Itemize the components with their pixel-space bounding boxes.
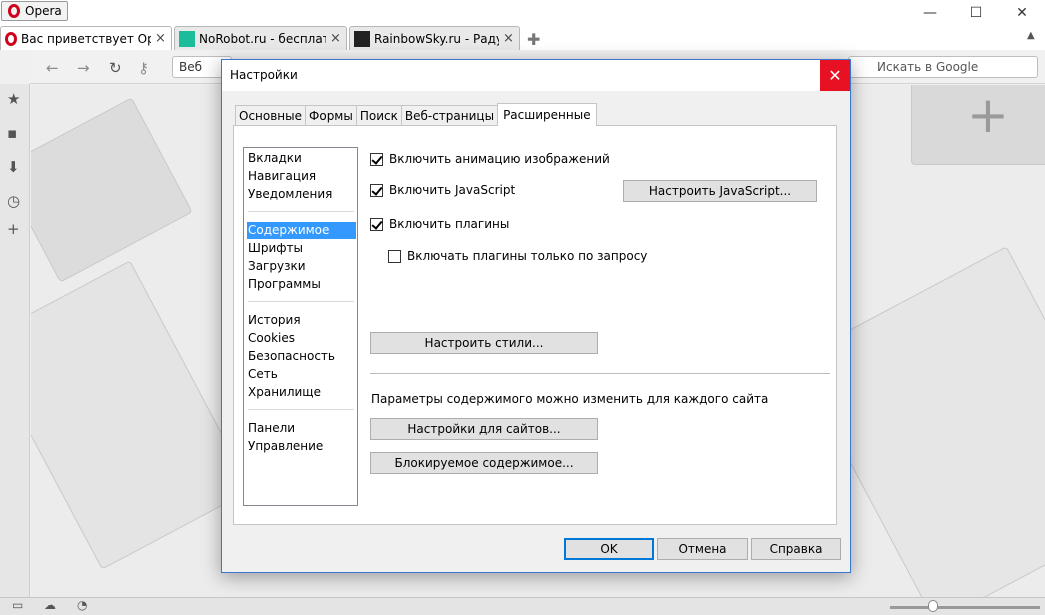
category-fonts[interactable]: Шрифты xyxy=(247,240,356,257)
category-history[interactable]: История xyxy=(247,312,356,329)
address-value: Веб xyxy=(179,60,203,74)
panel-toggle-icon[interactable]: ▭ xyxy=(12,598,23,612)
javascript-option[interactable]: Включить JavaScript xyxy=(370,183,515,197)
browser-titlebar: Opera — ☐ ✕ xyxy=(0,0,1045,26)
category-cookies[interactable]: Cookies xyxy=(247,330,356,347)
opera-favicon-icon xyxy=(5,31,17,46)
tab-title: Вас приветствует Opera! xyxy=(21,31,151,46)
site-settings-button[interactable]: Настройки для сайтов... xyxy=(370,418,598,440)
plugins-option[interactable]: Включить плагины xyxy=(370,217,509,231)
search-placeholder: Искать в Google xyxy=(877,60,979,74)
section-divider xyxy=(370,373,830,374)
category-separator xyxy=(248,301,354,302)
minimize-icon[interactable]: — xyxy=(907,0,953,26)
category-programs[interactable]: Программы xyxy=(247,276,356,293)
close-window-icon[interactable]: ✕ xyxy=(999,0,1045,26)
category-separator xyxy=(248,409,354,410)
tab-title: NoRobot.ru - бесплат... xyxy=(199,31,326,46)
plugins-on-demand-option[interactable]: Включать плагины только по запросу xyxy=(388,249,647,263)
zoom-slider-handle[interactable] xyxy=(928,600,938,612)
speed-dial-add-tile: + xyxy=(911,85,1045,165)
cancel-button[interactable]: Отмена xyxy=(657,538,748,560)
tab-close-icon[interactable]: × xyxy=(330,31,342,46)
opera-logo-icon xyxy=(8,4,20,18)
configure-javascript-button[interactable]: Настроить JavaScript... xyxy=(623,180,817,202)
key-icon[interactable]: ⚷ xyxy=(138,59,149,77)
site-settings-note: Параметры содержимого можно изменить для… xyxy=(371,392,769,406)
rainbowsky-favicon-icon xyxy=(354,30,370,47)
tab-basic[interactable]: Основные xyxy=(235,105,307,126)
tab-advanced[interactable]: Расширенные xyxy=(497,103,597,126)
category-content[interactable]: Содержимое xyxy=(247,222,356,239)
animate-images-option[interactable]: Включить анимацию изображений xyxy=(370,152,610,166)
category-notifications[interactable]: Уведомления xyxy=(247,186,356,203)
category-separator xyxy=(248,211,354,212)
speed-dial-tile xyxy=(31,97,193,283)
dialog-titlebar: Настройки ✕ xyxy=(222,60,850,91)
category-controls[interactable]: Управление xyxy=(247,438,356,455)
zoom-slider[interactable] xyxy=(890,606,1040,609)
forward-arrow-icon[interactable]: → xyxy=(77,59,90,77)
animate-images-checkbox[interactable] xyxy=(370,152,383,166)
category-list[interactable]: Вкладки Навигация Уведомления Содержимое… xyxy=(243,147,358,506)
downloads-icon[interactable]: ⬇ xyxy=(7,158,20,176)
settings-dialog: Настройки ✕ Основные Формы Поиск Веб-стр… xyxy=(221,59,851,573)
side-panel: ★ ▪ ⬇ ◷ + xyxy=(0,84,30,597)
tab-forms[interactable]: Формы xyxy=(305,105,357,126)
speed-dial-tile xyxy=(31,260,253,570)
tab-title: RainbowSky.ru - Радуж... xyxy=(374,31,499,46)
dialog-close-icon[interactable]: ✕ xyxy=(820,60,850,91)
category-network[interactable]: Сеть xyxy=(247,366,356,383)
bookmarks-star-icon[interactable]: ★ xyxy=(7,90,20,108)
tab-menu-icon[interactable]: ▲ xyxy=(1027,30,1035,41)
dialog-title: Настройки xyxy=(230,68,298,82)
search-input[interactable]: Искать в Google xyxy=(848,56,1038,78)
javascript-label: Включить JavaScript xyxy=(389,183,516,197)
tab-rainbowsky[interactable]: RainbowSky.ru - Радуж... × xyxy=(349,26,520,50)
opera-turbo-icon[interactable]: ☁ xyxy=(44,598,56,612)
ok-button[interactable]: OK xyxy=(564,538,654,560)
new-tab-icon[interactable]: ✚ xyxy=(527,30,540,49)
tab-close-icon[interactable]: × xyxy=(503,31,515,46)
plugins-on-demand-label: Включать плагины только по запросу xyxy=(407,249,648,263)
animate-images-label: Включить анимацию изображений xyxy=(389,152,610,166)
javascript-checkbox[interactable] xyxy=(370,183,383,197)
tab-opera-welcome[interactable]: Вас приветствует Opera! × xyxy=(0,26,172,50)
tab-web-pages[interactable]: Веб-страницы xyxy=(400,105,499,126)
norobot-favicon-icon xyxy=(179,30,195,47)
tab-strip: Вас приветствует Opera! × NoRobot.ru - б… xyxy=(0,26,1045,50)
add-panel-icon[interactable]: + xyxy=(7,220,20,238)
tab-norobot[interactable]: NoRobot.ru - бесплат... × xyxy=(174,26,347,50)
history-clock-icon[interactable]: ◷ xyxy=(7,192,20,210)
back-arrow-icon[interactable]: ← xyxy=(46,59,59,77)
maximize-icon[interactable]: ☐ xyxy=(953,0,999,26)
plus-icon: + xyxy=(967,86,1009,144)
opera-menu-label: Opera xyxy=(25,4,62,18)
advanced-panel: Вкладки Навигация Уведомления Содержимое… xyxy=(233,125,837,525)
category-tabs[interactable]: Вкладки xyxy=(247,150,356,167)
status-bar: ▭ ☁ ◔ xyxy=(0,597,1045,615)
tab-search[interactable]: Поиск xyxy=(355,105,402,126)
speed-icon[interactable]: ◔ xyxy=(77,598,87,612)
notes-icon[interactable]: ▪ xyxy=(7,124,17,142)
opera-menu-button[interactable]: Opera xyxy=(1,1,68,21)
plugins-checkbox[interactable] xyxy=(370,217,383,231)
help-button[interactable]: Справка xyxy=(751,538,841,560)
dialog-tabs: Основные Формы Поиск Веб-страницы Расшир… xyxy=(235,103,597,126)
plugins-on-demand-checkbox[interactable] xyxy=(388,249,401,263)
plugins-label: Включить плагины xyxy=(389,217,510,231)
category-security[interactable]: Безопасность xyxy=(247,348,356,365)
blocked-content-button[interactable]: Блокируемое содержимое... xyxy=(370,452,598,474)
category-navigation[interactable]: Навигация xyxy=(247,168,356,185)
category-storage[interactable]: Хранилище xyxy=(247,384,356,401)
configure-styles-button[interactable]: Настроить стили... xyxy=(370,332,598,354)
reload-icon[interactable]: ↻ xyxy=(109,59,122,77)
category-toolbars[interactable]: Панели xyxy=(247,420,356,437)
tab-close-icon[interactable]: × xyxy=(155,31,167,46)
category-downloads[interactable]: Загрузки xyxy=(247,258,356,275)
